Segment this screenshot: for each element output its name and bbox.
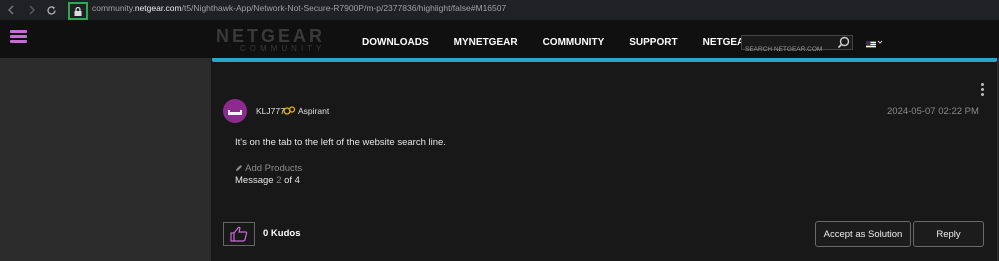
nav-community[interactable]: COMMUNITY	[543, 37, 605, 48]
post-options-icon[interactable]	[981, 83, 984, 98]
nav-downloads[interactable]: DOWNLOADS	[362, 37, 429, 48]
kudos-count: 0 Kudos	[263, 228, 301, 239]
reload-icon	[46, 5, 56, 15]
main-nav: DOWNLOADS MYNETGEAR COMMUNITY SUPPORT NE…	[362, 37, 752, 48]
dot	[981, 83, 984, 86]
pencil-icon	[236, 165, 242, 171]
avatar-image	[228, 110, 242, 115]
logo-subtext: COMMUNITY	[240, 44, 326, 53]
reload-button[interactable]	[41, 0, 61, 20]
lock-icon	[74, 6, 82, 16]
post-datetime: 2024-05-07 02:22 PM	[887, 106, 979, 117]
arrow-left-icon	[7, 5, 13, 15]
rank-icon	[283, 106, 296, 115]
hamburger-line	[10, 40, 27, 43]
message-suffix: of 4	[281, 175, 300, 186]
menu-button[interactable]	[10, 30, 27, 44]
left-sidebar	[0, 58, 211, 261]
netgear-logo[interactable]: NETGEAR COMMUNITY	[216, 27, 325, 53]
post-body: It's on the tab to the left of the websi…	[235, 137, 446, 148]
dot	[981, 88, 984, 91]
thumbs-up-icon	[230, 226, 248, 242]
message-counter: Message 2 of 4	[235, 175, 300, 186]
site-info-button[interactable]	[68, 2, 88, 20]
add-products-label: Add Products	[245, 163, 303, 174]
reply-button[interactable]: Reply	[913, 221, 984, 247]
message-prefix: Message	[235, 175, 277, 186]
search-icon[interactable]	[837, 36, 850, 49]
nav-mynetgear[interactable]: MYNETGEAR	[454, 37, 518, 48]
post-accent-bar	[212, 58, 997, 62]
search-input[interactable]	[742, 43, 839, 56]
site-header: NETGEAR COMMUNITY DOWNLOADS MYNETGEAR CO…	[0, 20, 999, 58]
browser-toolbar: community.netgear.com/t5/Nighthawk-App/N…	[0, 0, 999, 20]
forward-button[interactable]	[21, 0, 41, 20]
chevron-down-icon[interactable]	[877, 39, 883, 45]
back-button[interactable]	[1, 0, 21, 20]
logo-text: NETGEAR	[216, 26, 326, 46]
url-prefix: community.	[92, 3, 135, 13]
hamburger-line	[10, 35, 27, 38]
accept-as-solution-button[interactable]: Accept as Solution	[815, 221, 911, 247]
nav-support[interactable]: SUPPORT	[629, 37, 677, 48]
url-path: /t5/Nighthawk-App/Network-Not-Secure-R79…	[181, 3, 507, 13]
dot	[981, 93, 984, 96]
username-link[interactable]: KLJ777	[256, 106, 285, 116]
url-bar[interactable]: community.netgear.com/t5/Nighthawk-App/N…	[92, 3, 506, 13]
add-products-link[interactable]: Add Products	[235, 163, 302, 174]
site-search	[741, 35, 853, 56]
url-domain: netgear.com	[134, 3, 182, 13]
hamburger-line	[10, 30, 27, 33]
user-rank: Aspirant	[298, 106, 330, 116]
us-flag-icon[interactable]	[866, 41, 876, 48]
avatar[interactable]	[223, 99, 247, 123]
kudos-button[interactable]	[223, 222, 255, 246]
arrow-right-icon	[29, 5, 35, 15]
